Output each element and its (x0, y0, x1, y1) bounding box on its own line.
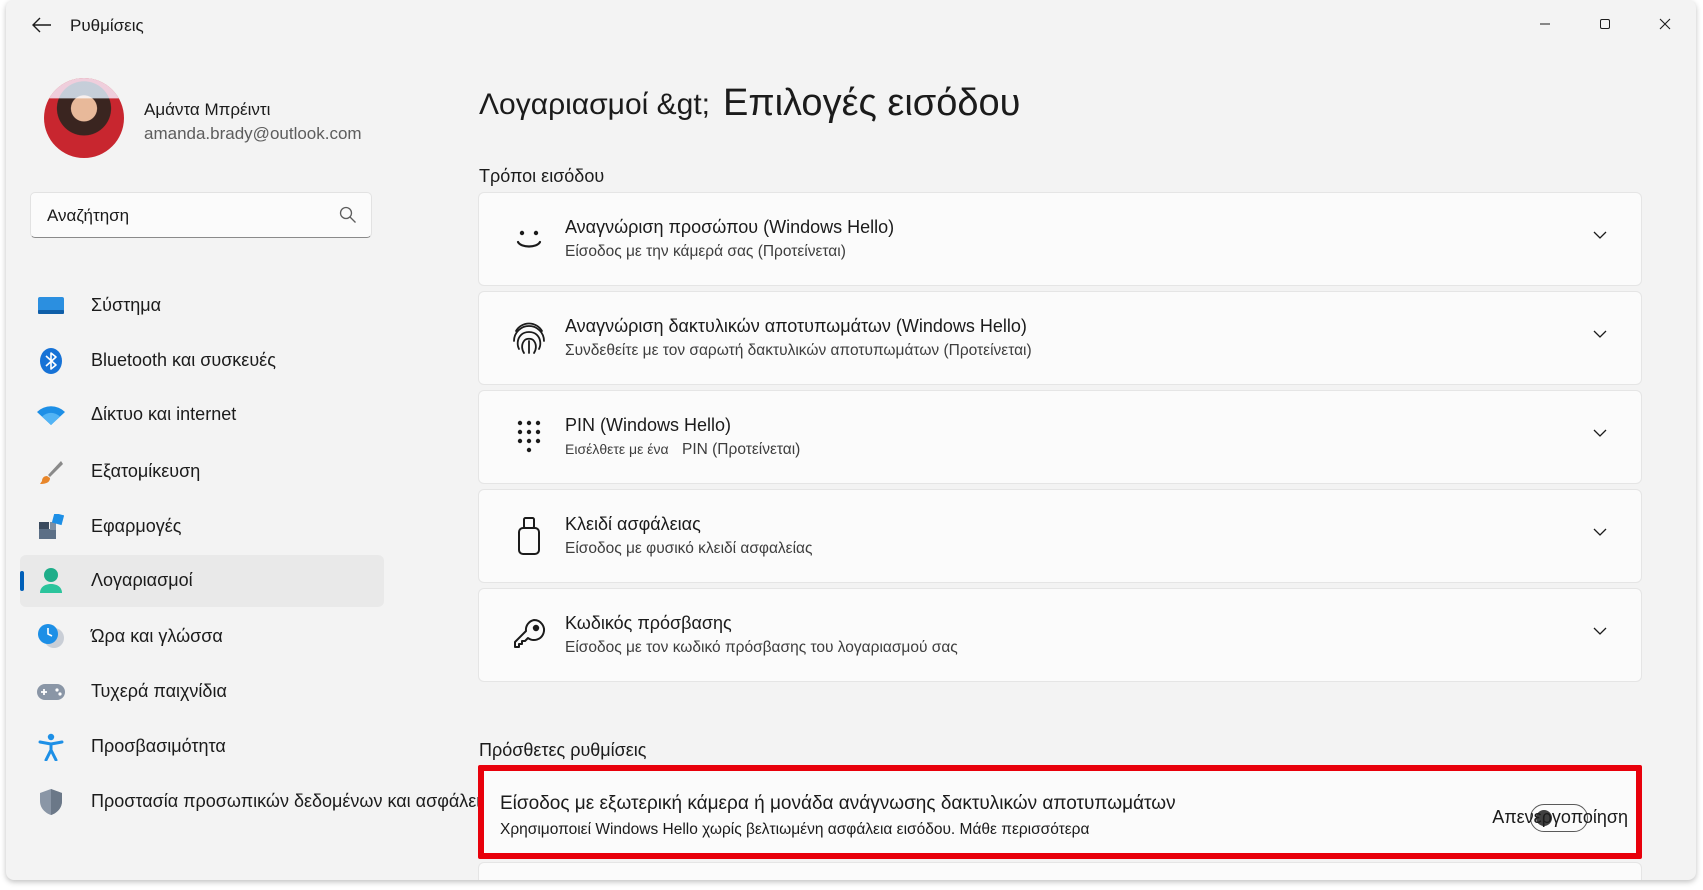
signin-option-face[interactable]: Αναγνώριση προσώπου (Windows Hello) Είσο… (478, 192, 1642, 286)
keypad-icon (509, 417, 549, 457)
close-icon (1659, 18, 1671, 30)
sidebar-item-label: Προσβασιμότητα (91, 736, 226, 756)
gamepad-icon (36, 678, 66, 706)
paintbrush-icon (36, 458, 66, 486)
chevron-down-icon (1593, 429, 1607, 437)
setting-title: Είσοδος με εξωτερική κάμερα ή μονάδα ανά… (500, 793, 1176, 814)
app-title: Ρυθμίσεις (70, 16, 144, 35)
chevron-down-icon (1593, 330, 1607, 338)
usb-key-icon (509, 516, 549, 556)
wifi-icon (36, 401, 66, 429)
option-subtitle: Είσοδος με τον κωδικό πρόσβασης του λογα… (565, 639, 958, 656)
section-title-signin-ways: Τρόποι εισόδου (479, 166, 605, 186)
sidebar-item-accessibility[interactable]: Προσβασιμότητα (20, 721, 384, 773)
sidebar-item-apps[interactable]: Εφαρμογές (20, 501, 384, 553)
sidebar-item-label: Τυχερά παιχνίδια (91, 681, 227, 701)
shield-icon (36, 788, 66, 816)
sidebar-item-label: Bluetooth και συσκευές (91, 350, 276, 370)
chevron-down-icon (1593, 528, 1607, 536)
option-subtitle: Είσοδος με φυσικό κλειδί ασφαλείας (565, 540, 813, 557)
option-title: Κλειδί ασφάλειας (565, 514, 701, 534)
sidebar-item-label: Λογαριασμοί (91, 570, 193, 590)
signin-option-pin[interactable]: PIN (Windows Hello) Εισέλθετε με ένα PIN… (478, 390, 1642, 484)
breadcrumb-parent[interactable]: Λογαριασμοί &gt; (479, 88, 710, 122)
option-title: PIN (Windows Hello) (565, 415, 732, 435)
option-subtitle-prefix: Εισέλθετε με ένα (565, 441, 669, 457)
minimize-icon (1540, 23, 1550, 25)
fingerprint-icon (509, 318, 549, 358)
back-button[interactable] (20, 10, 64, 40)
maximize-icon (1600, 19, 1610, 29)
next-setting-card (478, 862, 1642, 880)
option-subtitle: PIN (Προτείνεται) (682, 441, 801, 458)
minimize-button[interactable] (1522, 8, 1568, 40)
sidebar-item-label: Εξατομίκευση (91, 461, 201, 481)
sidebar-item-system[interactable]: Σύστημα (20, 280, 384, 332)
sidebar-item-gaming[interactable]: Τυχερά παιχνίδια (20, 666, 384, 718)
clock-globe-icon (36, 623, 66, 651)
setting-subtitle: Χρησιμοποιεί Windows Hello χωρίς βελτιωμ… (500, 821, 1090, 838)
signin-option-security-key[interactable]: Κλειδί ασφάλειας Είσοδος με φυσικό κλειδ… (478, 489, 1642, 583)
external-camera-setting: Είσοδος με εξωτερική κάμερα ή μονάδα ανά… (478, 765, 1642, 859)
sidebar-item-label: Σύστημα (91, 295, 161, 315)
monitor-icon (36, 292, 66, 320)
face-icon (509, 219, 549, 259)
settings-window: Ρυθμίσεις Αμάντα Μπρέιντι amanda.brady@o… (6, 0, 1696, 880)
option-title: Κωδικός πρόσβασης (565, 613, 732, 633)
sidebar-item-label: Εφαρμογές (91, 516, 182, 536)
search-input[interactable]: Αναζήτηση (30, 192, 372, 238)
account-icon (36, 567, 66, 595)
signin-option-password[interactable]: Κωδικός πρόσβασης Είσοδος με τον κωδικό … (478, 588, 1642, 682)
sidebar-item-privacy-security[interactable]: Προστασία προσωπικών δεδομένων και ασφάλ… (20, 776, 491, 828)
selection-indicator (20, 571, 24, 591)
back-arrow-icon (32, 17, 51, 33)
apps-icon (36, 513, 66, 541)
chevron-down-icon (1593, 231, 1607, 239)
user-email: amanda.brady@outlook.com (144, 124, 362, 143)
option-title: Αναγνώριση δακτυλικών αποτυπωμάτων (Wind… (565, 316, 1027, 336)
toggle-state-label: Απενεργοποίηση (1492, 807, 1628, 827)
signin-option-fingerprint[interactable]: Αναγνώριση δακτυλικών αποτυπωμάτων (Wind… (478, 291, 1642, 385)
option-subtitle: Είσοδος με την κάμερά σας (Προτείνεται) (565, 243, 846, 260)
option-title: Αναγνώριση προσώπου (Windows Hello) (565, 217, 895, 237)
sidebar-item-accounts[interactable]: Λογαριασμοί (20, 555, 384, 607)
key-icon (509, 615, 549, 655)
sidebar-item-label: Προστασία προσωπικών δεδομένων και ασφάλ… (91, 791, 491, 811)
sidebar-item-label: Ώρα και γλώσσα (91, 626, 223, 646)
search-placeholder: Αναζήτηση (47, 206, 130, 225)
page-title: Επιλογές εισόδου (723, 82, 1021, 124)
maximize-button[interactable] (1582, 8, 1628, 40)
sidebar-item-network[interactable]: Δίκτυο και internet (20, 389, 384, 441)
close-button[interactable] (1642, 8, 1688, 40)
sidebar-item-personalization[interactable]: Εξατομίκευση (20, 446, 384, 498)
option-subtitle: Συνδεθείτε με τον σαρωτή δακτυλικών αποτ… (565, 342, 1032, 359)
title-bar: Ρυθμίσεις (6, 0, 1696, 48)
chevron-down-icon (1593, 627, 1607, 635)
bluetooth-icon (36, 347, 66, 375)
sidebar-item-label: Δίκτυο και internet (91, 404, 237, 424)
sidebar-item-time-language[interactable]: Ώρα και γλώσσα (20, 611, 384, 663)
accessibility-icon (36, 733, 66, 761)
search-icon[interactable] (339, 206, 357, 224)
user-name: Αμάντα Μπρέιντι (144, 100, 271, 119)
sidebar-item-bluetooth[interactable]: Bluetooth και συσκευές (20, 335, 384, 387)
avatar[interactable] (44, 78, 124, 158)
section-title-additional: Πρόσθετες ρυθμίσεις (479, 740, 647, 760)
